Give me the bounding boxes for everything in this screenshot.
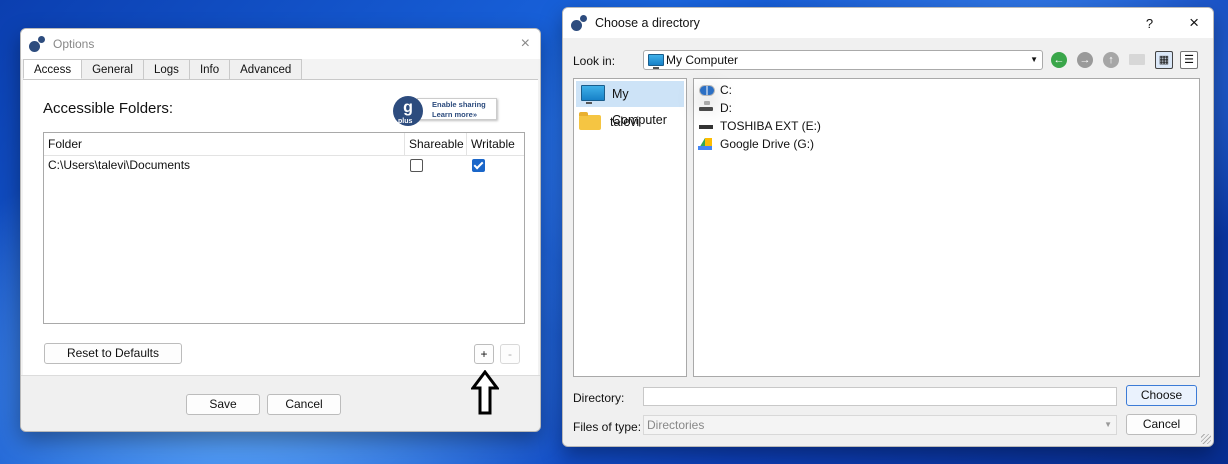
badge-line1: Enable sharing	[432, 100, 486, 109]
drive-label: TOSHIBA EXT (E:)	[720, 119, 821, 133]
col-writable[interactable]: Writable	[467, 133, 524, 155]
google-drive-icon	[698, 138, 712, 150]
drive-label: C:	[720, 83, 732, 97]
computer-icon	[581, 85, 605, 104]
enable-sharing-badge[interactable]: Enable sharing Learn more» g plus	[393, 94, 503, 128]
options-titlebar: Options ×	[21, 29, 540, 59]
writable-cell	[467, 156, 524, 174]
drive-label: Google Drive (G:)	[720, 137, 815, 151]
list-item[interactable]: C:	[694, 81, 1199, 99]
back-icon[interactable]: ←	[1051, 52, 1067, 68]
list-item[interactable]: Google Drive (G:)	[694, 135, 1199, 153]
computer-icon	[648, 54, 664, 69]
app-logo-icon	[29, 36, 45, 52]
chooser-body: Look in: My Computer ▼ ← → ↑ ▦ ☰ My Comp…	[563, 38, 1213, 446]
shareable-checkbox[interactable]	[410, 159, 423, 172]
tab-advanced[interactable]: Advanced	[229, 59, 303, 79]
chevron-down-icon: ▼	[1030, 55, 1038, 64]
lookin-label: Look in:	[573, 54, 616, 68]
add-folder-button[interactable]: +	[474, 344, 494, 364]
list-item[interactable]: D:	[694, 99, 1199, 117]
folders-table: Folder Shareable Writable C:\Users\talev…	[43, 132, 525, 324]
lookin-value: My Computer	[666, 53, 739, 67]
list-item[interactable]: TOSHIBA EXT (E:)	[694, 117, 1199, 135]
new-folder-icon[interactable]	[1129, 54, 1145, 65]
app-logo-icon	[571, 15, 587, 31]
sidebar-item-talevi[interactable]: talevi	[574, 109, 686, 135]
writable-checkbox[interactable]	[472, 159, 485, 172]
windows-drive-icon	[699, 85, 715, 96]
drive-list: C: D: TOSHIBA EXT (E:) Google Drive (G:)	[693, 78, 1200, 377]
places-sidebar: My Computer talevi	[573, 78, 687, 377]
filetype-value: Directories	[647, 418, 705, 432]
sidebar-item-label: talevi	[610, 115, 640, 129]
resize-grip-icon[interactable]	[1201, 434, 1211, 444]
close-icon[interactable]: ×	[521, 35, 530, 53]
forward-icon[interactable]: →	[1077, 52, 1093, 68]
sidebar-item-my-computer[interactable]: My Computer	[576, 81, 684, 127]
shareable-cell	[405, 156, 467, 174]
up-arrow-annotation-icon	[471, 370, 499, 415]
col-folder[interactable]: Folder	[44, 133, 405, 155]
chooser-cancel-button[interactable]: Cancel	[1126, 414, 1197, 435]
table-row[interactable]: C:\Users\talevi\Documents	[44, 156, 524, 174]
choose-button[interactable]: Choose	[1126, 385, 1197, 406]
remove-folder-button[interactable]: -	[500, 344, 520, 364]
col-shareable[interactable]: Shareable	[405, 133, 467, 155]
lookin-combo[interactable]: My Computer ▼	[643, 50, 1043, 70]
close-icon[interactable]: ×	[1189, 13, 1199, 33]
access-panel: Accessible Folders: Enable sharing Learn…	[23, 79, 538, 376]
up-folder-icon[interactable]: ↑	[1103, 52, 1119, 68]
filetype-combo[interactable]: Directories ▼	[643, 415, 1117, 435]
options-window: Options × Access General Logs Info Advan…	[20, 28, 541, 432]
drive-label: D:	[720, 101, 732, 115]
icon-view-icon[interactable]: ▦	[1155, 51, 1173, 69]
badge-plus: plus	[398, 118, 413, 125]
cloud-logo-icon: g plus	[393, 96, 423, 126]
tab-bar: Access General Logs Info Advanced	[23, 59, 540, 79]
filetype-label: Files of type:	[573, 420, 642, 434]
chooser-titlebar: Choose a directory ? ×	[563, 8, 1213, 38]
chevron-down-icon: ▼	[1104, 420, 1112, 429]
folder-icon	[579, 112, 601, 130]
directory-input[interactable]	[643, 387, 1117, 406]
external-drive-icon	[699, 125, 713, 129]
folder-path: C:\Users\talevi\Documents	[48, 158, 191, 172]
save-button[interactable]: Save	[186, 394, 260, 415]
detail-view-icon[interactable]: ☰	[1180, 51, 1198, 69]
badge-letter: g	[403, 99, 413, 116]
badge-text: Enable sharing Learn more»	[417, 98, 497, 120]
tab-logs[interactable]: Logs	[143, 59, 190, 79]
section-title: Accessible Folders:	[43, 100, 174, 117]
chooser-title: Choose a directory	[595, 16, 700, 30]
help-button[interactable]: ?	[1146, 16, 1153, 31]
table-header: Folder Shareable Writable	[44, 133, 524, 156]
reset-defaults-button[interactable]: Reset to Defaults	[44, 343, 182, 364]
tab-info[interactable]: Info	[188, 59, 231, 79]
options-footer: Save Cancel	[21, 375, 540, 431]
choose-directory-window: Choose a directory ? × Look in: My Compu…	[562, 7, 1214, 447]
badge-line2: Learn more»	[432, 110, 478, 119]
tab-access[interactable]: Access	[23, 59, 83, 79]
directory-label: Directory:	[573, 391, 625, 405]
options-title: Options	[53, 37, 95, 51]
cancel-button[interactable]: Cancel	[267, 394, 341, 415]
optical-drive-icon	[699, 101, 713, 111]
tab-general[interactable]: General	[81, 59, 144, 79]
